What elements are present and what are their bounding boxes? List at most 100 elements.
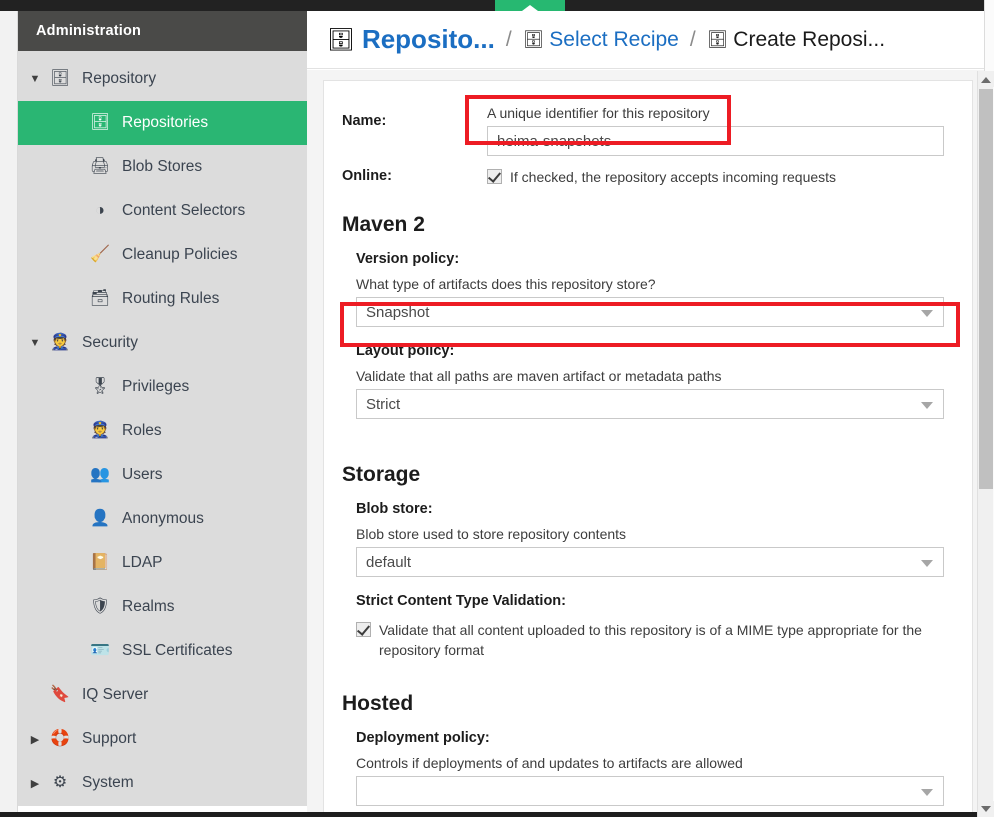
layout-policy-select[interactable]: Strict: [356, 389, 944, 419]
sidebar-item-routing-rules[interactable]: 🗃 Routing Rules: [18, 277, 307, 321]
database-icon: 🗄: [706, 30, 729, 49]
sidebar-item-iq-server[interactable]: 🔖 IQ Server: [18, 673, 307, 717]
database-icon: 🗄: [522, 30, 545, 49]
sidebar-item-repositories[interactable]: 🗄 Repositories: [18, 101, 307, 145]
caret-spacer: [63, 117, 87, 129]
caret-spacer: [63, 293, 87, 305]
layout-policy-label: Layout policy:: [356, 343, 455, 359]
sidebar-item-label: IQ Server: [82, 686, 149, 703]
admin-sidebar: Administration ▼ 🗄 Repository 🗄 Repositorie…: [18, 11, 307, 806]
caret-spacer: [63, 557, 87, 569]
chevron-down-icon: [921, 789, 933, 796]
caret-spacer: [63, 381, 87, 393]
sidebar-item-label: Routing Rules: [122, 290, 220, 307]
caret-spacer: [63, 469, 87, 481]
sidebar-item-realms[interactable]: 🛡 Realms: [18, 585, 307, 629]
users-icon: 👥: [90, 466, 110, 483]
scrollbar-thumb[interactable]: [979, 89, 993, 489]
sidebar-item-label: Security: [82, 334, 138, 351]
scroll-down-button[interactable]: [978, 801, 994, 817]
storage-section-title: Storage: [342, 463, 421, 486]
online-label: Online:: [342, 168, 392, 184]
version-policy-select[interactable]: Snapshot: [356, 297, 944, 327]
blob-store-value: default: [366, 553, 412, 571]
chevron-right-icon[interactable]: ▶: [23, 733, 47, 746]
bottom-black-bar: [0, 812, 994, 817]
content-selector-icon: ◑: [95, 202, 105, 219]
iq-server-icon: 🔖: [50, 686, 70, 703]
breadcrumb-item-create-repository: 🗄 Create Reposi...: [707, 28, 885, 52]
medal-icon: 🎖: [89, 378, 111, 395]
blob-store-icon: 🖨: [89, 158, 111, 175]
caret-spacer: [63, 645, 87, 657]
breadcrumb-item-repositories[interactable]: 🗄 Reposito...: [327, 24, 495, 55]
form-scroll-region: Name: A unique identifier for this repos…: [307, 70, 994, 817]
online-row: Online: If checked, the repository accep…: [342, 158, 944, 187]
caret-spacer: [63, 205, 87, 217]
sidebar-item-label: Privileges: [122, 378, 190, 395]
database-icon: 🗄: [49, 70, 71, 87]
gear-icon: ⚙: [52, 774, 68, 791]
name-helper-text: A unique identifier for this repository: [487, 105, 710, 121]
online-checkbox-row[interactable]: If checked, the repository accepts incom…: [487, 158, 944, 187]
version-policy-helper-text: What type of artifacts does this reposit…: [356, 276, 656, 292]
breadcrumb-select-recipe-label: Select Recipe: [549, 27, 679, 51]
storage-section-body: Blob store: Blob store used to store rep…: [356, 501, 944, 660]
sidebar-item-system[interactable]: ▶ ⚙ System: [18, 761, 307, 805]
background-left-strip: [0, 0, 18, 817]
chevron-down-icon: [921, 560, 933, 567]
caret-spacer: [63, 513, 87, 525]
strict-content-checkbox-row[interactable]: Validate that all content uploaded to th…: [356, 616, 944, 660]
strict-content-checkbox[interactable]: [356, 622, 371, 637]
anonymous-user-icon: 👤: [90, 510, 110, 527]
chevron-down-icon: [921, 402, 933, 409]
maven-section-title: Maven 2: [342, 213, 425, 236]
sidebar-item-anonymous[interactable]: 👤 Anonymous: [18, 497, 307, 541]
sidebar-item-cleanup-policies[interactable]: 🧹 Cleanup Policies: [18, 233, 307, 277]
blob-store-select[interactable]: default: [356, 547, 944, 577]
create-repository-form: Name: A unique identifier for this repos…: [323, 80, 973, 817]
breadcrumb-item-select-recipe[interactable]: 🗄 Select Recipe: [523, 28, 679, 52]
sidebar-item-label: Cleanup Policies: [122, 246, 238, 263]
sidebar-item-roles[interactable]: 👮 Roles: [18, 409, 307, 453]
form-vertical-scrollbar[interactable]: [977, 71, 994, 817]
sidebar-item-privileges[interactable]: 🎖 Privileges: [18, 365, 307, 409]
name-label: Name:: [342, 113, 387, 129]
sidebar-item-label: Repository: [82, 70, 157, 87]
sidebar-item-ldap[interactable]: 📔 LDAP: [18, 541, 307, 585]
sidebar-item-users[interactable]: 👥 Users: [18, 453, 307, 497]
breadcrumb-root-label: Reposito...: [361, 24, 495, 54]
chevron-right-icon[interactable]: ▶: [23, 777, 47, 790]
main-panel: 🗄 Reposito... / 🗄 Select Recipe / 🗄 Crea…: [307, 11, 994, 817]
caret-spacer: [63, 601, 87, 613]
caret-spacer: [63, 161, 87, 173]
scroll-up-button[interactable]: [978, 71, 994, 87]
certificate-icon: 🪪: [90, 642, 110, 659]
chevron-down-icon[interactable]: ▼: [23, 337, 47, 349]
blob-store-helper-text: Blob store used to store repository cont…: [356, 526, 627, 542]
sidebar-item-support[interactable]: ▶ 🛟 Support: [18, 717, 307, 761]
app-window: Administration ▼ 🗄 Repository 🗄 Repositorie…: [0, 0, 994, 817]
sidebar-item-label: Realms: [122, 598, 175, 615]
sidebar-item-security[interactable]: ▼ 👮 Security: [18, 321, 307, 365]
shield-icon: 🛡: [89, 598, 111, 615]
breadcrumb-separator-1: /: [505, 27, 512, 51]
hosted-section-title: Hosted: [342, 692, 414, 715]
name-input[interactable]: [487, 126, 944, 156]
deployment-policy-select[interactable]: [356, 776, 944, 806]
sidebar-item-repository[interactable]: ▼ 🗄 Repository: [18, 57, 307, 101]
online-checkbox[interactable]: [487, 169, 502, 184]
sidebar-item-label: Repositories: [122, 114, 209, 131]
sidebar-item-blob-stores[interactable]: 🖨 Blob Stores: [18, 145, 307, 189]
caret-spacer: [23, 689, 47, 701]
version-policy-value: Snapshot: [366, 303, 430, 321]
collapse-panel-tab[interactable]: [495, 0, 565, 11]
version-policy-label: Version policy:: [356, 251, 460, 267]
sidebar-item-label: System: [82, 774, 134, 791]
chevron-down-icon[interactable]: ▼: [23, 73, 47, 85]
broom-icon: 🧹: [90, 246, 110, 263]
sidebar-item-content-selectors[interactable]: ◑ Content Selectors: [18, 189, 307, 233]
online-checkbox-text: If checked, the repository accepts incom…: [510, 169, 837, 185]
strict-content-label: Strict Content Type Validation:: [356, 593, 566, 609]
sidebar-item-ssl-certificates[interactable]: 🪪 SSL Certificates: [18, 629, 307, 673]
